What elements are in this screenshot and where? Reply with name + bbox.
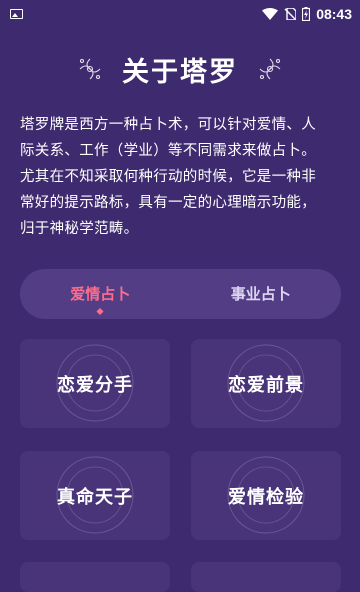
- status-right: 08:43: [262, 6, 352, 22]
- card-love-test[interactable]: 爱情检验: [191, 451, 341, 540]
- tab-label: 爱情占卜: [70, 285, 131, 303]
- status-left: [10, 9, 23, 19]
- card-partial[interactable]: [191, 562, 341, 592]
- page-title: 关于塔罗: [122, 56, 238, 88]
- card-label: 爱情检验: [228, 486, 304, 508]
- wifi-icon: [262, 8, 279, 20]
- tab-love-divination[interactable]: 爱情占卜: [20, 269, 181, 319]
- intro-line: 塔罗牌是西方一种占卜术，可以针对爱情、人: [20, 117, 316, 133]
- battery-charging-icon: [302, 7, 311, 21]
- card-label: 恋爱前景: [228, 374, 304, 396]
- active-tab-indicator: [96, 307, 104, 316]
- no-sim-icon: [284, 8, 297, 20]
- card-true-love[interactable]: 真命天子: [20, 451, 170, 540]
- card-love-breakup[interactable]: 恋爱分手: [20, 339, 170, 428]
- tab-bar: 爱情占卜 事业占卜: [20, 269, 341, 319]
- intro-line: 际关系、工作（学业）等不同需求来做占卜。: [20, 143, 316, 159]
- status-bar: 08:43: [0, 0, 360, 28]
- ornament-right-icon: [259, 58, 281, 80]
- card-label: 恋爱分手: [57, 374, 133, 396]
- tab-label: 事业占卜: [230, 285, 291, 303]
- page-header: 关于塔罗: [0, 44, 360, 94]
- card-label: 真命天子: [57, 486, 133, 508]
- tab-career-divination[interactable]: 事业占卜: [181, 269, 342, 319]
- intro-line: 常好的提示路标，具有一定的心理暗示功能，: [20, 195, 316, 211]
- intro-text: 塔罗牌是西方一种占卜术，可以针对爱情、人 际关系、工作（学业）等不同需求来做占卜…: [20, 112, 342, 242]
- card-partial[interactable]: [20, 562, 170, 592]
- ornament-left-icon: [79, 58, 101, 80]
- intro-line: 归于神秘学范畴。: [20, 221, 139, 237]
- card-love-prospect[interactable]: 恋爱前景: [191, 339, 341, 428]
- image-notification-icon: [10, 9, 23, 19]
- clock: 08:43: [316, 6, 352, 22]
- intro-line: 尤其在不知采取何种行动的时候，它是一种非: [20, 169, 316, 185]
